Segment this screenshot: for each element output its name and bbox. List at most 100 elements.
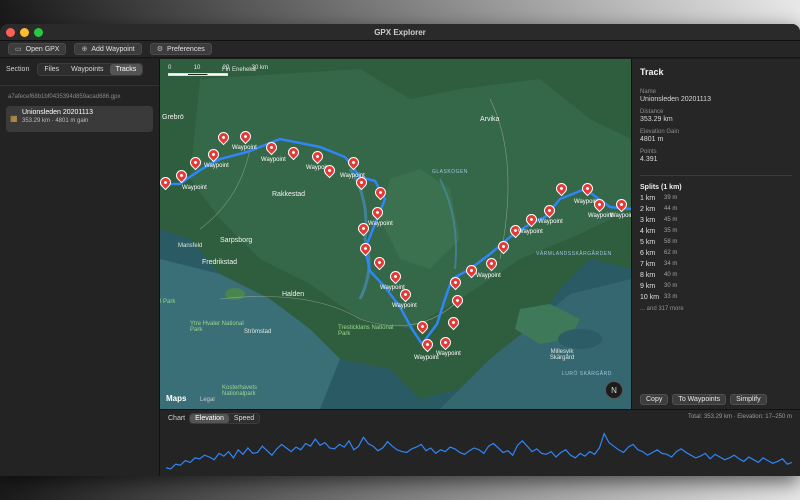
waypoint-label: Waypoint [610, 213, 631, 219]
waypoint-label: Waypoint [538, 219, 563, 225]
close-window-button[interactable] [6, 28, 15, 37]
split-row: 8 km 40 m [640, 272, 678, 279]
split-row: 5 km 58 m [640, 239, 678, 246]
elevation-series-line [166, 432, 792, 470]
waypoint-label: Waypoint [232, 145, 257, 151]
distance-value: 353.29 km [640, 116, 673, 123]
scale-10: 10 [193, 65, 201, 71]
add-waypoint-button[interactable]: ⊕ Add Waypoint [74, 43, 142, 55]
tab-files[interactable]: Files [38, 64, 65, 75]
section-label: Section [6, 65, 30, 73]
place-fredrikstad: Fredrikstad [202, 259, 238, 266]
maps-attribution: Maps [166, 394, 186, 403]
section-row: Section Files Waypoints Tracks [0, 59, 159, 79]
track-name: Unionsleden 20201113 [22, 109, 93, 116]
split-row: 2 km 44 m [640, 206, 678, 213]
waypoint-label: Waypoint [436, 351, 461, 357]
elevation-chart [166, 432, 792, 470]
waypoint-label: Waypoint [182, 185, 207, 191]
place-luro: LURÖ SKÄRGÅRD [562, 371, 612, 377]
split-row: 3 km 45 m [640, 217, 678, 224]
folder-icon: ▭ [15, 46, 22, 53]
tab-speed[interactable]: Speed [229, 414, 259, 423]
divider [0, 85, 159, 86]
waypoint-label: Waypoint [368, 221, 393, 227]
plus-circle-icon: ⊕ [81, 46, 88, 53]
map-view[interactable]: 0 10 20 30 km Grebrö Arvika Rakkestad Sa… [160, 59, 631, 409]
map-icon: ▦ [10, 114, 18, 123]
scale-0: 0 [168, 65, 172, 71]
open-gpx-button[interactable]: ▭ Open GPX [8, 43, 67, 55]
name-value: Unionsleden 20201113 [640, 96, 711, 103]
place-glaskogen: GLASKOGEN [432, 169, 468, 175]
split-row: 4 km 35 m [640, 228, 678, 235]
chart-segmented-control: Elevation Speed [189, 412, 261, 424]
preferences-label: Preferences [166, 45, 205, 53]
chart-panel: Chart Elevation Speed Total: 353.29 km ·… [160, 409, 800, 476]
compass-label: N [611, 385, 617, 395]
split-row: 9 km 30 m [640, 283, 678, 290]
preferences-button[interactable]: ⚙ Preferences [149, 43, 212, 55]
simplify-button[interactable]: Simplify [730, 394, 767, 405]
gear-icon: ⚙ [156, 46, 163, 53]
inspector-title: Track [640, 67, 664, 77]
place-fin-eneheka: Fin Eneheka [222, 67, 256, 73]
waypoint-label: Waypoint [392, 303, 417, 309]
window-title: GPX Explorer [374, 27, 426, 37]
window-controls [6, 28, 43, 37]
place-millesvik: Millesvik Skärgård [549, 349, 575, 361]
compass-button[interactable]: N [605, 381, 623, 399]
waypoint-label: Waypoint [261, 157, 286, 163]
titlebar: GPX Explorer [0, 24, 800, 41]
place-varmland: VÄRMLANDSSKÄRGÅRDEN [536, 251, 612, 257]
maps-attribution-label: Maps [166, 394, 187, 403]
place-mansfeld: Mansfeld [178, 243, 203, 249]
elevation-gain-value: 4801 m [640, 136, 664, 143]
waypoint-label: Waypoint [204, 163, 229, 169]
split-row: 1 km 39 m [640, 195, 678, 202]
distance-label: Distance [640, 109, 664, 115]
zoom-window-button[interactable] [34, 28, 43, 37]
track-subtitle: 353.29 km · 4801 m gain [22, 118, 89, 124]
copy-button[interactable]: Copy [640, 394, 669, 405]
points-label: Points [640, 149, 657, 155]
place-arvika: Arvika [480, 116, 500, 123]
place-grebro: Grebrö [162, 114, 184, 121]
toolbar: ▭ Open GPX ⊕ Add Waypoint ⚙ Preferences [0, 41, 800, 58]
chart-label: Chart [168, 414, 186, 422]
track-list-item[interactable]: ▦ Unionsleden 20201113 353.29 km · 4801 … [6, 106, 153, 132]
app-window: GPX Explorer ▭ Open GPX ⊕ Add Waypoint ⚙… [0, 24, 800, 476]
place-sarpsborg: Sarpsborg [220, 237, 253, 244]
split-row: 7 km 34 m [640, 261, 678, 268]
name-label: Name [640, 89, 657, 95]
open-gpx-label: Open GPX [25, 45, 60, 53]
legal-link[interactable]: Legal [200, 397, 215, 403]
place-halden: Halden [282, 291, 305, 298]
tab-tracks[interactable]: Tracks [109, 63, 143, 75]
split-row: 6 km 62 m [640, 250, 678, 257]
tab-waypoints[interactable]: Waypoints [65, 64, 109, 75]
points-value: 4.391 [640, 156, 658, 163]
tab-elevation[interactable]: Elevation [190, 413, 229, 423]
split-row: 10 km 33 m [640, 294, 678, 301]
chart-summary: Total: 353.29 km · Elevation: 17–250 m [687, 414, 792, 420]
elevation-gain-label: Elevation Gain [640, 129, 680, 135]
minimize-window-button[interactable] [20, 28, 29, 37]
track-inspector: Track Name Unionsleden 20201113 Distance… [631, 59, 800, 409]
section-segmented-control: Files Waypoints Tracks [37, 62, 144, 76]
waypoint-label: Waypoint [476, 273, 501, 279]
more-splits: ... and 317 more [640, 306, 684, 312]
waypoint-label: Waypoint [518, 229, 543, 235]
to-waypoints-button[interactable]: To Waypoints [672, 394, 727, 405]
sidebar: Section Files Waypoints Tracks a7afecef6… [0, 59, 160, 476]
place-park-left: l Park [160, 299, 176, 305]
place-rakkestad: Rakkestad [272, 191, 306, 198]
place-ytre-hvaler: Ytre Hvaler National Park [190, 321, 244, 333]
file-name: a7afecef68b1bf0435394d859acad686.gpx [8, 94, 121, 100]
inspector-actions: Copy To Waypoints Simplify [640, 394, 767, 405]
splits-list: 1 km 39 m 2 km 44 m 3 km 45 m 4 km 35 m 5 km… [640, 195, 792, 301]
place-tresticklans: Tresticklans National Park [338, 325, 394, 337]
scale-bar [168, 73, 228, 76]
place-kosterhavets: Kosterhavets Nationalpark [222, 385, 258, 397]
add-waypoint-label: Add Waypoint [91, 45, 135, 53]
